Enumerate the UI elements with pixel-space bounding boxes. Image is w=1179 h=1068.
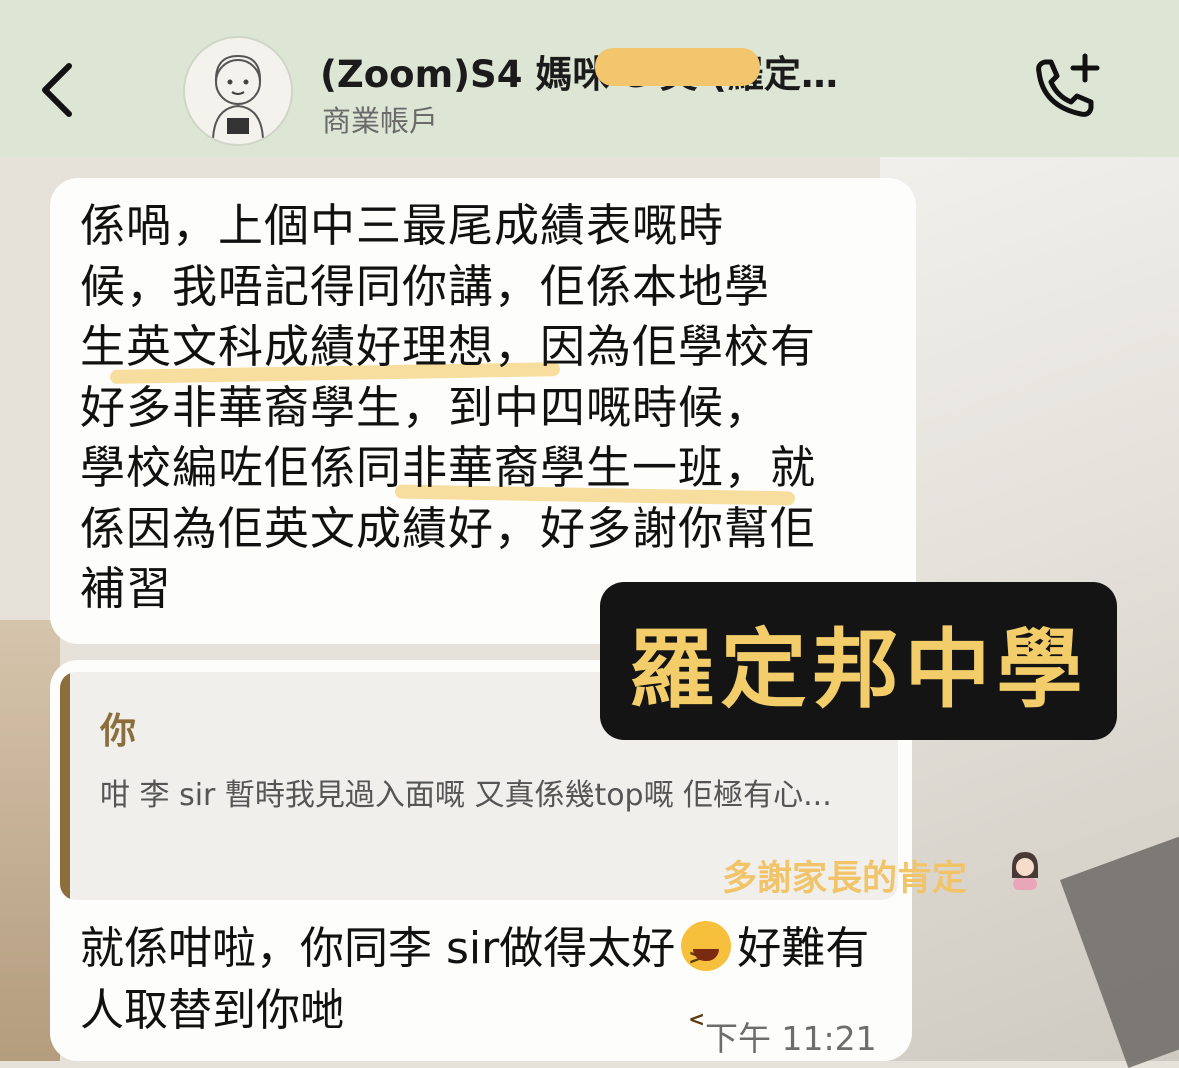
- chat-subtitle: 商業帳戶: [322, 104, 439, 138]
- redaction-mark: [595, 48, 760, 86]
- chat-header: (Zoom)S4 媽咪 e 英 (羅定… 商業帳戶: [0, 0, 1179, 157]
- laughing-emoji-icon: [681, 921, 732, 1050]
- thanks-caption: 多謝家長的肯定: [722, 859, 968, 899]
- sticker-text: 羅定邦中學: [628, 619, 1089, 720]
- back-button[interactable]: [22, 54, 92, 126]
- avatar[interactable]: [183, 36, 293, 146]
- school-name-sticker: 羅定邦中學: [600, 582, 1117, 740]
- phone-plus-icon: [1036, 53, 1100, 117]
- quote-author: 你: [100, 711, 137, 752]
- quote-bar: [60, 672, 70, 900]
- message-text-part: 就係咁啦，你同李 sir做得太好: [80, 923, 676, 974]
- girl-emoji-icon: [1012, 852, 1038, 890]
- message-timestamp: 下午 11:21: [705, 1019, 877, 1058]
- message-text: 係喎，上個中三最尾成績表嘅時 候，我唔記得同你講，佢係本地學 生英文科成績好理想…: [80, 199, 817, 615]
- quote-text: 咁 李 sir 暫時我見過入面嘅 又真係幾top嘅 佢極有心...: [100, 778, 832, 813]
- call-button[interactable]: [1025, 50, 1105, 130]
- cartoon-avatar-icon: [212, 54, 264, 139]
- chevron-left-icon: [42, 63, 72, 117]
